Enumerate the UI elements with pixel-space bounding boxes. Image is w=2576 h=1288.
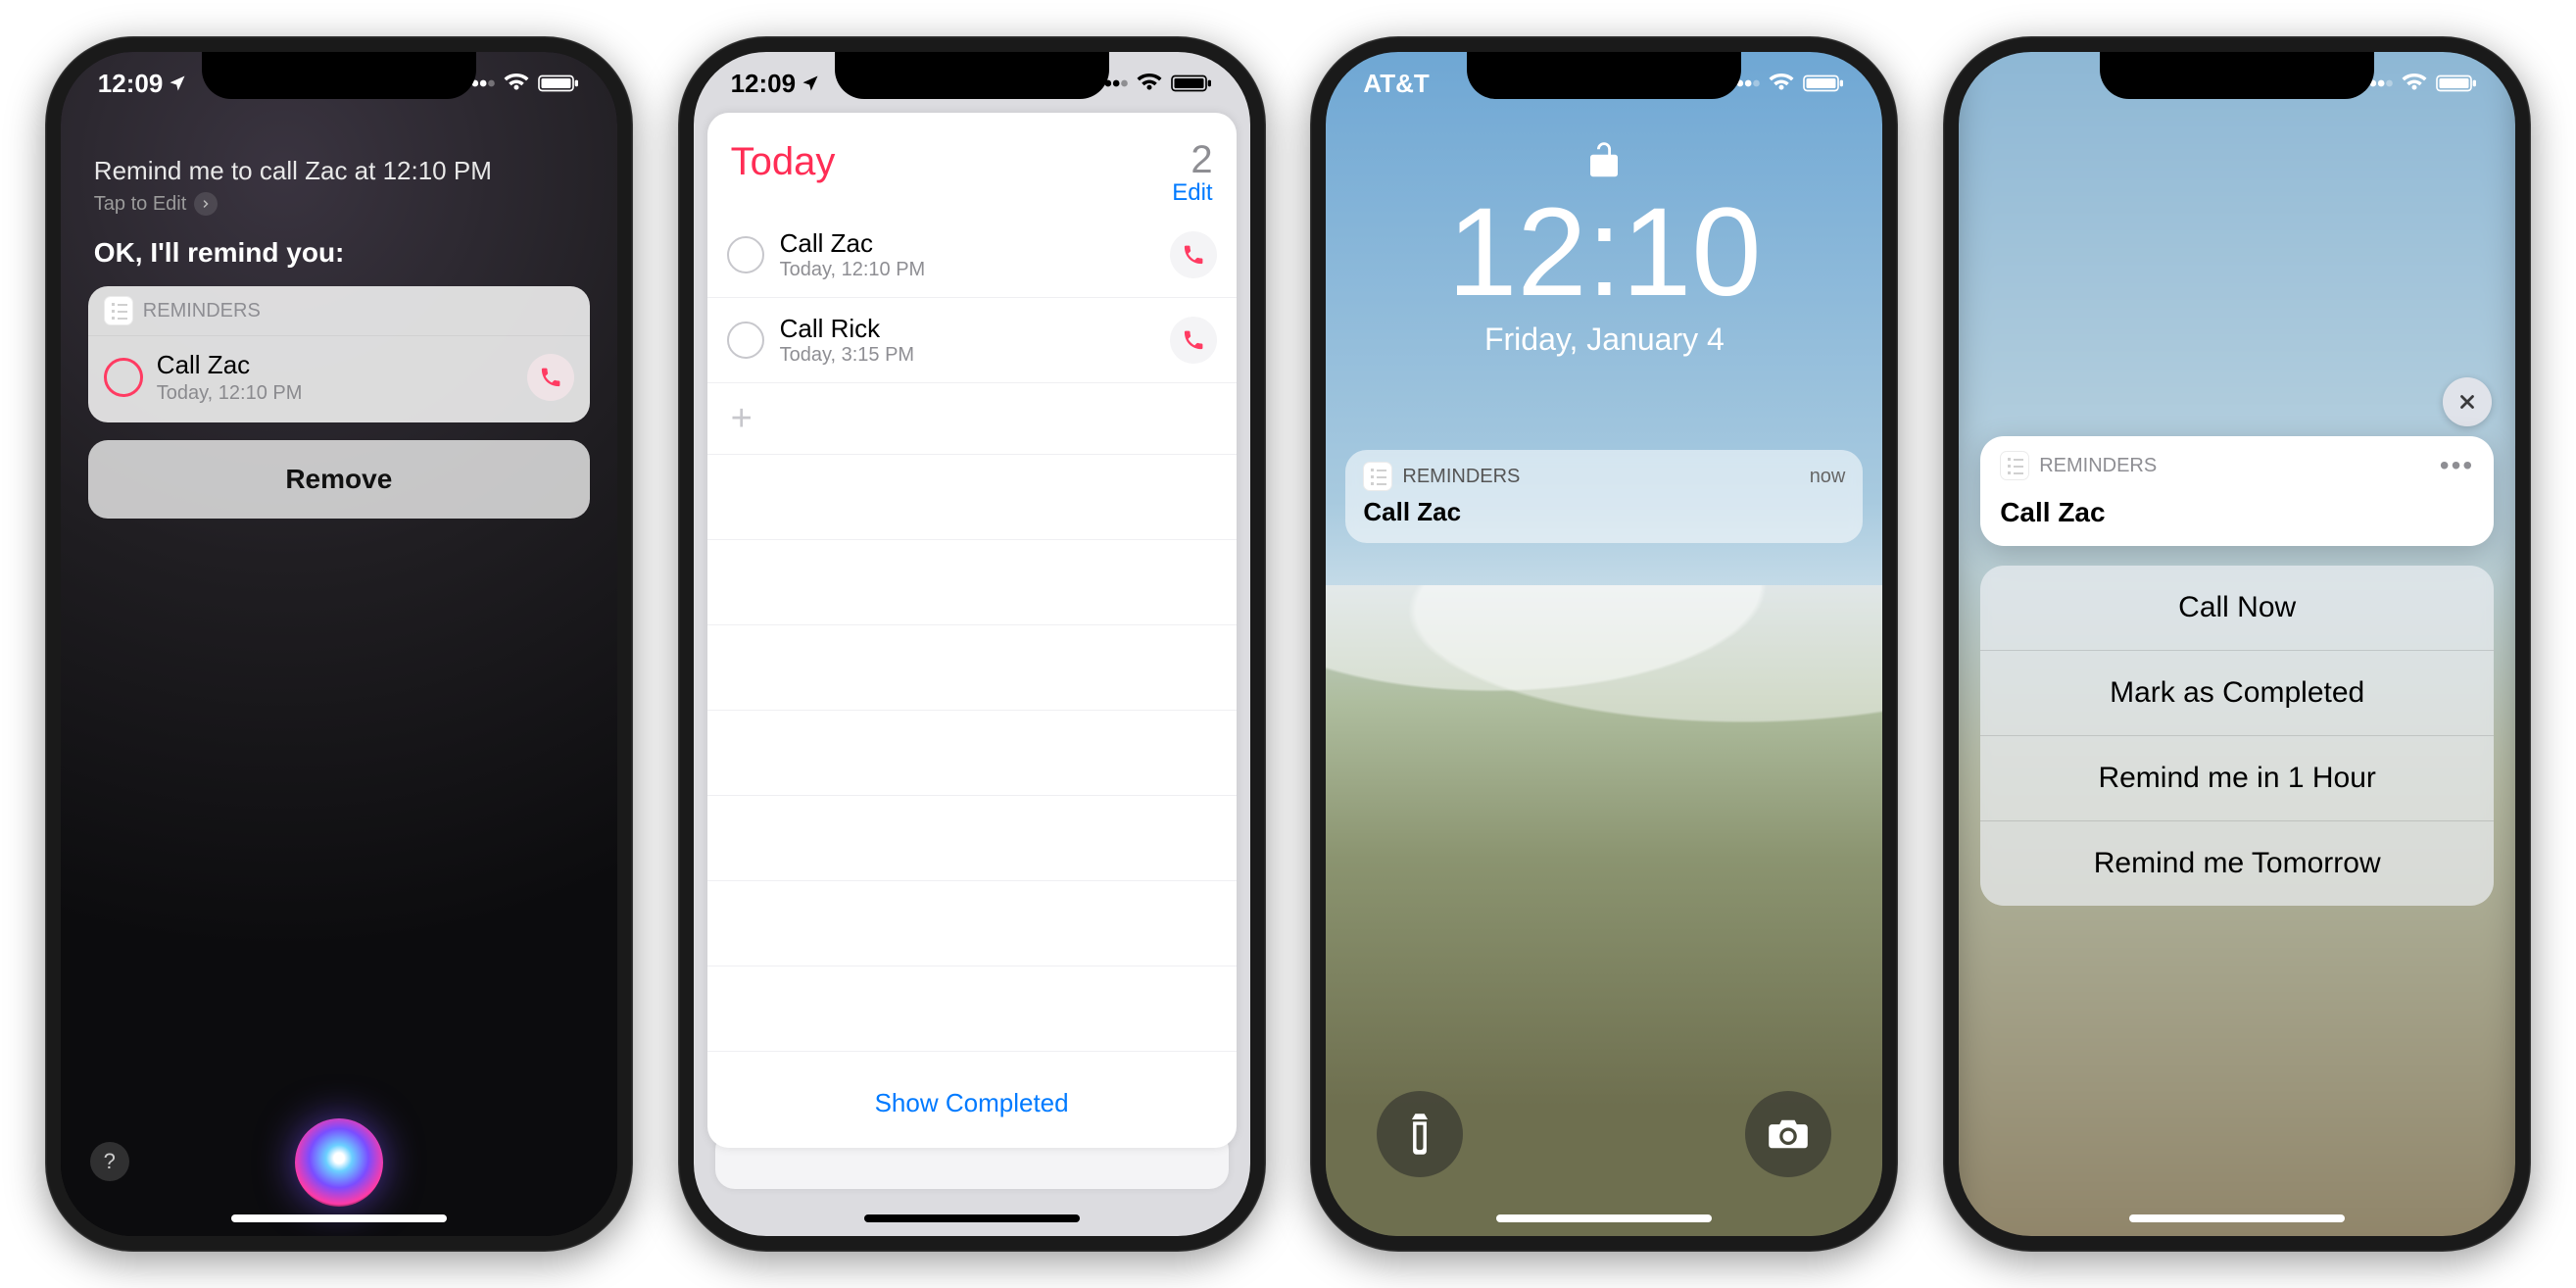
phone-icon [539,366,562,389]
plus-icon: + [731,400,753,437]
reminders-app-icon [2000,451,2029,480]
location-icon [802,74,819,92]
notification-time: now [1810,466,1846,488]
battery-icon [537,74,580,93]
notch [2100,52,2374,99]
edit-button[interactable]: Edit [1172,179,1212,207]
notification-message: Call Zac [1363,497,1845,527]
reminder-row[interactable]: Call Zac Today, 12:10 PM [707,213,1237,298]
more-icon[interactable]: ••• [2440,450,2474,481]
action-call-now[interactable]: Call Now [1980,566,2494,651]
reminder-radio[interactable] [727,236,764,273]
empty-row [707,796,1237,881]
call-button[interactable] [1170,231,1217,278]
reminders-list-card: Today 2 Edit Call Zac Today, 12:10 PM [707,113,1237,1148]
battery-icon [1170,74,1213,93]
chevron-right-icon [194,192,218,216]
list-title: Today [731,140,836,184]
flashlight-icon [1406,1112,1434,1157]
status-carrier: AT&T [1363,69,1429,99]
wifi-icon [1137,74,1162,93]
flashlight-button[interactable] [1377,1091,1463,1177]
result-app-label: REMINDERS [143,300,261,322]
notification-card[interactable]: REMINDERS now Call Zac [1345,450,1863,543]
show-completed-button[interactable]: Show Completed [707,1063,1237,1148]
action-remind-tomorrow[interactable]: Remind me Tomorrow [1980,821,2494,906]
close-button[interactable] [2443,377,2492,426]
reminders-app-icon [104,296,133,325]
notification-message: Call Zac [2000,497,2474,528]
empty-row [707,881,1237,966]
phone-siri: 12:09 Remind me to call Zac at 12:10 PM … [45,36,633,1252]
status-time: 12:09 [731,69,797,99]
reminders-app-icon [1363,462,1392,491]
empty-row [707,711,1237,796]
siri-result-card[interactable]: REMINDERS Call Zac Today, 12:10 PM [88,286,590,422]
siri-orb-icon[interactable] [295,1118,383,1207]
empty-row [707,455,1237,540]
phone-icon [1182,243,1205,267]
siri-response-text: OK, I'll remind you: [94,237,584,269]
location-icon [169,74,186,92]
notch [202,52,476,99]
call-button[interactable] [527,354,574,401]
notification-app-label: REMINDERS [1402,466,1520,488]
lockscreen-time: 12:10 [1326,190,1882,316]
remove-button[interactable]: Remove [88,440,590,519]
action-remind-1-hour[interactable]: Remind me in 1 Hour [1980,736,2494,821]
reminder-row[interactable]: Call Rick Today, 3:15 PM [707,298,1237,383]
battery-icon [1802,74,1845,93]
unlock-icon [1587,138,1621,179]
reminder-subtitle: Today, 12:10 PM [780,259,1154,281]
camera-button[interactable] [1745,1091,1831,1177]
reminder-subtitle: Today, 3:15 PM [780,344,1154,367]
siri-help-button[interactable]: ? [90,1142,129,1181]
wifi-icon [1769,74,1794,93]
empty-row [707,1052,1237,1063]
empty-row [707,540,1237,625]
notch [835,52,1109,99]
wifi-icon [2402,74,2427,93]
notch [1467,52,1741,99]
add-reminder-row[interactable]: + [707,383,1237,455]
notification-actions: Call Now Mark as Completed Remind me in … [1980,566,2494,906]
close-icon [2456,391,2478,413]
home-indicator[interactable] [864,1214,1080,1222]
phone-notification-actions: REMINDERS ••• Call Zac Call Now Mark as … [1943,36,2531,1252]
reminder-radio[interactable] [727,322,764,359]
lockscreen-date: Friday, January 4 [1326,322,1882,358]
home-indicator[interactable] [2129,1214,2345,1222]
wifi-icon [504,74,529,93]
empty-row [707,966,1237,1052]
remove-label: Remove [285,464,392,494]
reminders-list: Call Zac Today, 12:10 PM Call Rick Today… [707,213,1237,1063]
home-indicator[interactable] [231,1214,447,1222]
battery-icon [2435,74,2478,93]
camera-icon [1767,1117,1810,1151]
list-count: 2 [1172,140,1212,179]
phone-lock-screen: AT&T 12:10 Friday, January 4 REMINDERS [1310,36,1898,1252]
tap-to-edit-button[interactable]: Tap to Edit [94,192,584,216]
reminder-title: Call Rick [780,314,1154,344]
reminder-title: Call Zac [780,228,1154,259]
reminder-radio[interactable] [104,358,143,397]
status-time: 12:09 [98,69,164,99]
action-mark-completed[interactable]: Mark as Completed [1980,651,2494,736]
tap-to-edit-label: Tap to Edit [94,193,187,216]
siri-query-text: Remind me to call Zac at 12:10 PM [94,156,584,186]
notification-card[interactable]: REMINDERS ••• Call Zac [1980,436,2494,546]
reminder-subtitle: Today, 12:10 PM [157,382,513,405]
reminder-title: Call Zac [157,350,513,380]
call-button[interactable] [1170,317,1217,364]
notification-app-label: REMINDERS [2039,455,2157,477]
empty-row [707,625,1237,711]
phone-reminders-app: 12:09 Today 2 Edit [678,36,1266,1252]
home-indicator[interactable] [1496,1214,1712,1222]
phone-icon [1182,328,1205,352]
